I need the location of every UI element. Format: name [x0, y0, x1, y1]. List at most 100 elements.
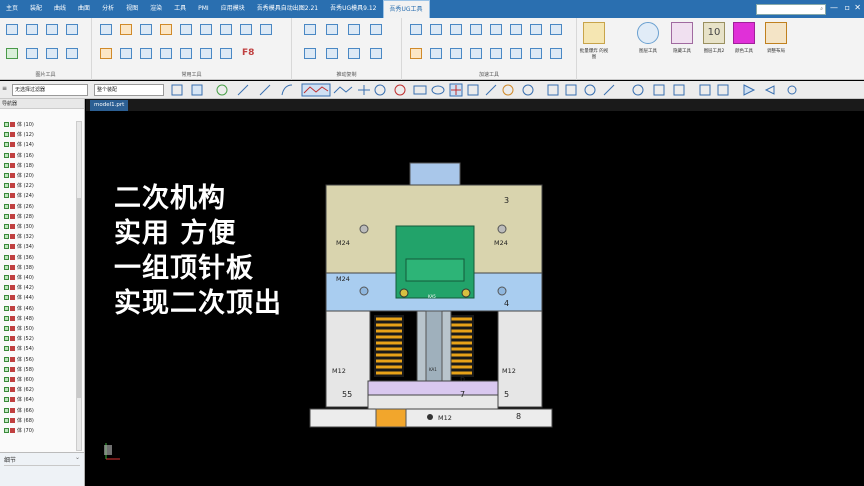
checkbox-icon[interactable] — [4, 366, 9, 372]
checkbox-icon[interactable] — [4, 275, 9, 280]
save-as-icon[interactable] — [26, 48, 38, 59]
mirror-icon[interactable] — [370, 24, 382, 35]
checkbox-icon[interactable] — [4, 213, 9, 219]
model-tab[interactable]: model1.prt — [90, 100, 129, 111]
checkbox-icon[interactable] — [4, 407, 9, 413]
text-icon[interactable] — [100, 24, 112, 35]
fillet-icon[interactable] — [510, 48, 522, 59]
navigator-item[interactable]: 体 (10) — [4, 121, 34, 129]
checkbox-icon[interactable] — [4, 224, 9, 229]
navigator-item[interactable]: 体 (46) — [4, 305, 34, 313]
tab-curve[interactable]: 曲线 — [48, 0, 72, 18]
checkbox-icon[interactable] — [4, 173, 9, 178]
move-icon[interactable] — [304, 24, 316, 35]
merge-icon[interactable] — [450, 48, 462, 59]
checkbox-icon[interactable] — [4, 234, 9, 240]
image-icon[interactable] — [66, 48, 78, 59]
navigator-item[interactable]: 体 (58) — [4, 366, 34, 374]
close-icon[interactable]: ✕ — [854, 3, 861, 12]
split-icon[interactable] — [470, 48, 482, 59]
menu-icon[interactable]: ≡ — [2, 85, 7, 92]
screenshot-icon[interactable] — [46, 48, 58, 59]
trim-icon[interactable] — [430, 48, 442, 59]
checkbox-icon[interactable] — [4, 326, 9, 331]
translate-icon[interactable] — [348, 48, 360, 59]
navigator-item[interactable]: 体 (70) — [4, 427, 34, 435]
batch-explode-view-button[interactable] — [583, 22, 605, 44]
checkbox-icon[interactable] — [4, 152, 9, 158]
grid-icon[interactable] — [140, 24, 152, 35]
table-icon[interactable] — [180, 24, 192, 35]
hide-tool-icon[interactable] — [671, 22, 693, 44]
checkbox-icon[interactable] — [4, 244, 9, 250]
checkbox-icon[interactable] — [4, 305, 9, 311]
navigator-item[interactable]: 体 (18) — [4, 162, 34, 170]
checkbox-icon[interactable] — [4, 285, 9, 291]
navigator-item[interactable]: 体 (64) — [4, 396, 34, 404]
save-icon[interactable] — [6, 48, 18, 59]
guide-icon[interactable] — [550, 24, 562, 35]
navigator-scrollbar[interactable] — [76, 121, 82, 451]
checkbox-icon[interactable] — [4, 428, 9, 433]
checkbox-icon[interactable] — [4, 387, 9, 393]
navigator-item[interactable]: 体 (40) — [4, 274, 34, 282]
filter-select[interactable]: 无选择过滤器 — [12, 84, 88, 96]
checkbox-icon[interactable] — [4, 295, 9, 301]
navigator-item[interactable]: 体 (30) — [4, 223, 34, 231]
checkbox-icon[interactable] — [4, 122, 9, 127]
tab-ug-tools[interactable]: 吾秀UG工具 — [382, 0, 430, 18]
checkbox-icon[interactable] — [4, 356, 9, 362]
navigator-item[interactable]: 体 (50) — [4, 325, 34, 333]
tab-assembly[interactable]: 装配 — [24, 0, 48, 18]
chamfer-icon[interactable] — [490, 48, 502, 59]
checkbox-icon[interactable] — [4, 183, 9, 189]
navigator-item[interactable]: 体 (68) — [4, 417, 34, 425]
checkbox-icon[interactable] — [4, 162, 9, 168]
checkbox-icon[interactable] — [4, 315, 9, 321]
rotate-icon[interactable] — [348, 24, 360, 35]
navigator-item[interactable]: 体 (20) — [4, 172, 34, 180]
minimize-icon[interactable]: — — [830, 3, 838, 12]
navigator-item[interactable]: 体 (62) — [4, 386, 34, 394]
navigator-item[interactable]: 体 (12) — [4, 131, 34, 139]
tab-pmi[interactable]: PMI — [192, 0, 215, 18]
camera-icon[interactable] — [46, 24, 58, 35]
tab-view[interactable]: 视图 — [120, 0, 144, 18]
tab-mold-ug[interactable]: 吾秀UG模具9.12 — [324, 0, 382, 18]
navigator-item[interactable]: 体 (34) — [4, 243, 34, 251]
spring-icon[interactable] — [530, 24, 542, 35]
navigator-item[interactable]: 体 (16) — [4, 152, 34, 160]
navigator-item[interactable]: 体 (56) — [4, 356, 34, 364]
import-icon[interactable] — [26, 24, 38, 35]
cube-icon[interactable] — [160, 24, 172, 35]
sketch-icon[interactable] — [530, 48, 542, 59]
tab-analysis[interactable]: 分析 — [96, 0, 120, 18]
pattern-icon[interactable] — [326, 48, 338, 59]
color-tools-button[interactable] — [733, 22, 755, 44]
navigator-item[interactable]: 体 (14) — [4, 141, 34, 149]
navigator-item[interactable]: 体 (36) — [4, 254, 34, 262]
checkbox-icon[interactable] — [4, 417, 9, 423]
measure-icon[interactable] — [240, 24, 252, 35]
ejector-icon[interactable] — [510, 24, 522, 35]
navigator-item[interactable]: 体 (28) — [4, 213, 34, 221]
graphics-viewport[interactable]: model1.prt 二次机构 实用 方便 一组顶针板 实现二次顶出 3 4 5… — [86, 99, 864, 486]
screw-icon[interactable] — [470, 24, 482, 35]
navigator-item[interactable]: 体 (54) — [4, 345, 34, 353]
eye-icon[interactable] — [637, 22, 659, 44]
wave-icon[interactable] — [220, 48, 232, 59]
navigator-item[interactable]: 体 (44) — [4, 294, 34, 302]
checkbox-icon[interactable] — [4, 377, 9, 382]
export-icon[interactable] — [66, 24, 78, 35]
folder-icon[interactable] — [6, 24, 18, 35]
checkbox-icon[interactable] — [4, 264, 9, 270]
frame-icon[interactable] — [140, 48, 152, 59]
ruler-icon[interactable] — [120, 48, 132, 59]
align-icon[interactable] — [220, 24, 232, 35]
lock-icon[interactable] — [160, 48, 172, 59]
hotkey-f8-button[interactable]: F8 — [242, 48, 254, 58]
slot-icon[interactable] — [410, 24, 422, 35]
checkbox-icon[interactable] — [4, 203, 9, 209]
checkbox-icon[interactable] — [4, 254, 9, 260]
checkbox-icon[interactable] — [4, 142, 9, 148]
